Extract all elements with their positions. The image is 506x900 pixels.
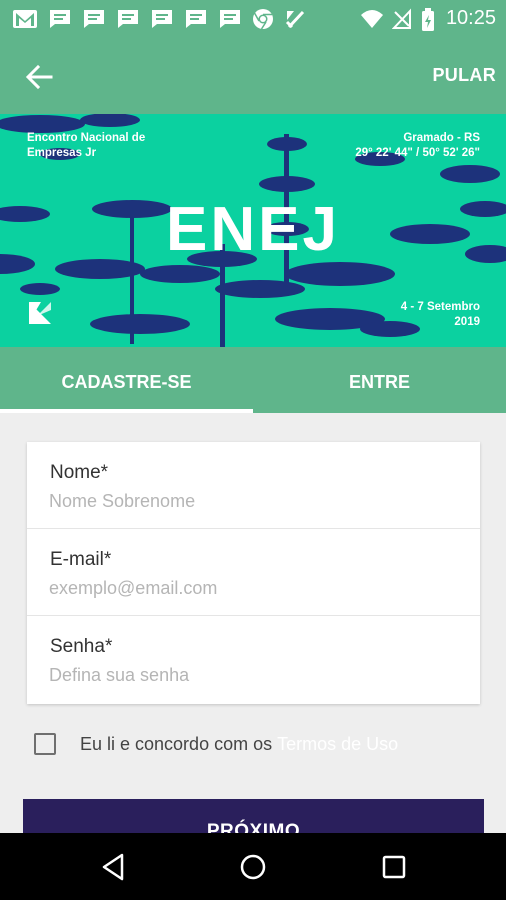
terms-row: Eu li e concordo com os Termos de Uso — [34, 731, 398, 757]
banner-dates-line1: 4 - 7 Setembro — [400, 301, 480, 313]
email-field: E-mail* — [27, 529, 480, 616]
banner-dates: 4 - 7 Setembro 2019 — [401, 300, 480, 330]
message-icon — [186, 10, 206, 28]
banner-title: ENEJ — [166, 195, 340, 264]
recents-square-icon[interactable] — [378, 851, 410, 883]
banner-organization: Encontro Nacional de Empresas Jr — [27, 131, 177, 161]
message-icon — [84, 10, 104, 28]
banner-org-line2: Empresas Jr — [27, 147, 97, 159]
banner-place: Gramado - RS — [403, 132, 480, 144]
terms-text: Eu li e concordo com os — [80, 733, 273, 754]
tab-login[interactable]: ENTRE — [253, 347, 506, 413]
wifi-icon — [361, 10, 383, 28]
message-icon — [50, 10, 70, 28]
terms-checkbox[interactable] — [34, 733, 56, 755]
navigation-bar — [0, 833, 506, 900]
home-circle-icon[interactable] — [237, 851, 269, 883]
gmail-icon — [13, 10, 37, 28]
no-signal-icon — [392, 8, 411, 29]
battery-icon — [422, 8, 434, 31]
tab-signup[interactable]: CADASTRE-SE — [0, 347, 253, 413]
password-field: Senha* — [27, 616, 480, 703]
banner-dates-line2: 2019 — [454, 316, 480, 328]
name-field: Nome* — [27, 442, 480, 529]
message-icon — [152, 10, 172, 28]
banner-location: Gramado - RS 29° 22' 44" / 50° 52' 26" — [355, 131, 480, 161]
enej-logo-icon — [29, 302, 51, 324]
message-icon — [220, 10, 240, 28]
banner-coordinates: 29° 22' 44" / 50° 52' 26" — [355, 147, 480, 159]
terms-link[interactable]: Termos de Uso — [277, 734, 398, 755]
message-icon — [118, 10, 138, 28]
app-bar: PULAR — [0, 38, 506, 114]
signup-form: Nome* E-mail* Senha* — [27, 442, 480, 704]
banner-org-line1: Encontro Nacional de — [27, 132, 146, 144]
skip-button[interactable]: PULAR — [433, 65, 497, 86]
auth-tabs: CADASTRE-SE ENTRE — [0, 347, 506, 413]
chrome-icon — [253, 9, 273, 30]
task-icon — [285, 10, 305, 29]
name-input[interactable] — [49, 488, 459, 514]
event-banner: Encontro Nacional de Empresas Jr Gramado… — [0, 114, 506, 347]
password-label: Senha* — [50, 636, 113, 657]
status-bar: 10:25 — [0, 0, 506, 38]
email-input[interactable] — [49, 575, 459, 601]
back-triangle-icon[interactable] — [98, 851, 130, 883]
arrow-left-icon[interactable] — [22, 60, 56, 94]
name-label: Nome* — [50, 462, 109, 483]
status-time: 10:25 — [445, 7, 496, 29]
password-input[interactable] — [49, 662, 459, 688]
email-label: E-mail* — [50, 549, 112, 570]
